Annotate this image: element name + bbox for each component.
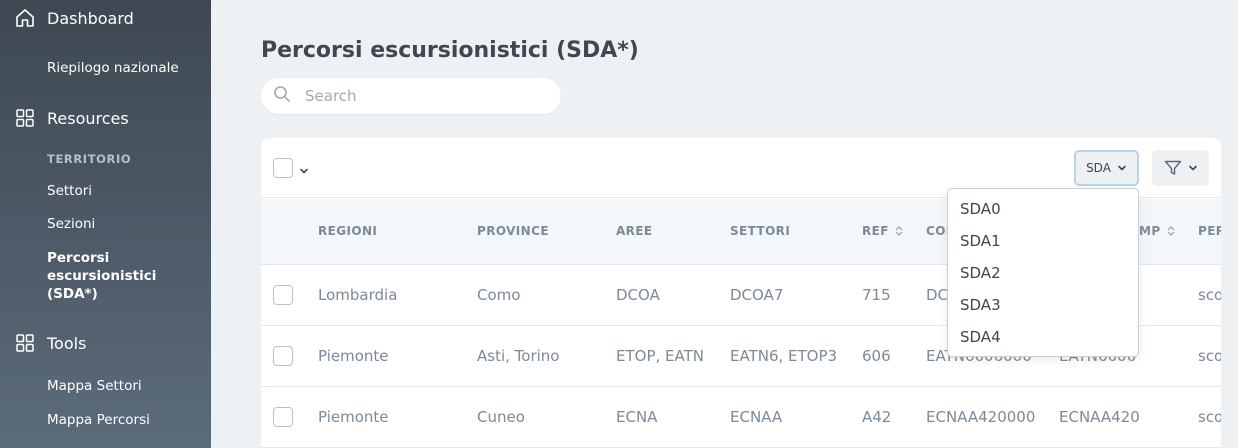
cell-regioni: Lombardia <box>318 286 398 304</box>
cell-regioni: Piemonte <box>318 408 389 426</box>
sidebar-item-riepilogo-nazionale[interactable]: Riepilogo nazionale <box>47 60 179 76</box>
column-header-regioni: REGIONI <box>318 224 378 238</box>
search-bar <box>261 78 561 114</box>
sidebar-item-percorsi-escursionistici[interactable]: Percorsi escursionistici (SDA*) <box>47 249 167 303</box>
select-all-checkbox[interactable] <box>273 158 293 178</box>
page-title: Percorsi escursionistici (SDA*) <box>261 38 639 63</box>
dropdown-option-sda3[interactable]: SDA3 <box>948 293 1138 325</box>
column-header-ref[interactable]: REF <box>862 224 903 238</box>
grid-icon <box>14 332 36 354</box>
cell-regioni: Piemonte <box>318 347 389 365</box>
filter-icon <box>1164 160 1181 175</box>
column-header-province: PROVINCE <box>477 224 549 238</box>
sda-filter-label: SDA <box>1086 161 1111 175</box>
cell-province: Cuneo <box>477 408 525 426</box>
sidebar-item-mappa-percorsi[interactable]: Mappa Percorsi <box>47 412 150 428</box>
sidebar-item-dashboard[interactable]: Dashboard <box>14 7 134 29</box>
row-checkbox[interactable] <box>273 346 293 366</box>
sda-filter-button[interactable]: SDA <box>1074 150 1139 186</box>
cell-sda-comp: ECNAA420 <box>1059 408 1140 426</box>
sort-icon <box>1167 226 1174 236</box>
sort-icon <box>895 226 902 236</box>
dropdown-option-sda2[interactable]: SDA2 <box>948 261 1138 293</box>
dropdown-option-sda0[interactable]: SDA0 <box>948 197 1138 229</box>
sidebar-item-label: Tools <box>47 333 87 353</box>
search-input[interactable] <box>305 87 545 105</box>
sidebar-group-territorio: TERRITORIO <box>47 152 132 166</box>
chevron-down-icon <box>1118 165 1126 171</box>
cell-ref: 715 <box>862 286 891 304</box>
search-icon <box>273 85 291 107</box>
cell-percorso: sco <box>1198 408 1221 426</box>
sidebar-item-tools[interactable]: Tools <box>14 332 86 354</box>
column-header-label: MP <box>1139 224 1161 238</box>
sidebar: Dashboard Riepilogo nazionale Resources … <box>0 0 211 448</box>
cell-aree: DCOA <box>616 286 660 304</box>
column-header-label: REF <box>862 224 889 238</box>
cell-settori: EATN6, ETOP3 <box>730 347 838 365</box>
cell-aree: ETOP, EATN <box>616 347 704 365</box>
sidebar-item-settori[interactable]: Settori <box>47 183 92 199</box>
sda-dropdown-menu: SDA0 SDA1 SDA2 SDA3 SDA4 <box>947 188 1139 357</box>
cell-percorso: sco <box>1198 347 1221 365</box>
cell-codice: ECNAA420000 <box>926 408 1036 426</box>
cell-percorso: sco <box>1198 286 1221 304</box>
cell-province: Asti, Torino <box>477 347 560 365</box>
grid-icon <box>14 107 36 129</box>
cell-ref: A42 <box>862 408 892 426</box>
dropdown-option-sda1[interactable]: SDA1 <box>948 229 1138 261</box>
sidebar-item-sezioni[interactable]: Sezioni <box>47 216 95 232</box>
table-row[interactable]: Piemonte Cuneo ECNA ECNAA A42 ECNAA42000… <box>261 387 1221 448</box>
column-header-percorso: PER <box>1198 224 1221 238</box>
cell-ref: 606 <box>862 347 891 365</box>
cell-settori: DCOA7 <box>730 286 784 304</box>
sidebar-item-mappa-settori[interactable]: Mappa Settori <box>47 378 142 394</box>
cell-province: Como <box>477 286 521 304</box>
cell-settori: ECNAA <box>730 408 783 426</box>
dropdown-option-sda4[interactable]: SDA4 <box>948 325 1138 357</box>
chevron-down-icon <box>1188 165 1197 171</box>
cell-codice: DC <box>926 286 949 304</box>
sidebar-item-label: Dashboard <box>47 8 134 28</box>
chevron-down-icon[interactable] <box>299 161 309 180</box>
cell-aree: ECNA <box>616 408 658 426</box>
row-checkbox[interactable] <box>273 285 293 305</box>
filter-button[interactable] <box>1152 150 1209 186</box>
column-header-sda-comp[interactable]: MP <box>1139 224 1175 238</box>
column-header-aree: AREE <box>616 224 653 238</box>
sidebar-item-resources[interactable]: Resources <box>14 107 129 129</box>
row-checkbox[interactable] <box>273 407 293 427</box>
column-header-settori: SETTORI <box>730 224 791 238</box>
sidebar-item-label: Resources <box>47 108 129 128</box>
home-icon <box>14 7 36 29</box>
